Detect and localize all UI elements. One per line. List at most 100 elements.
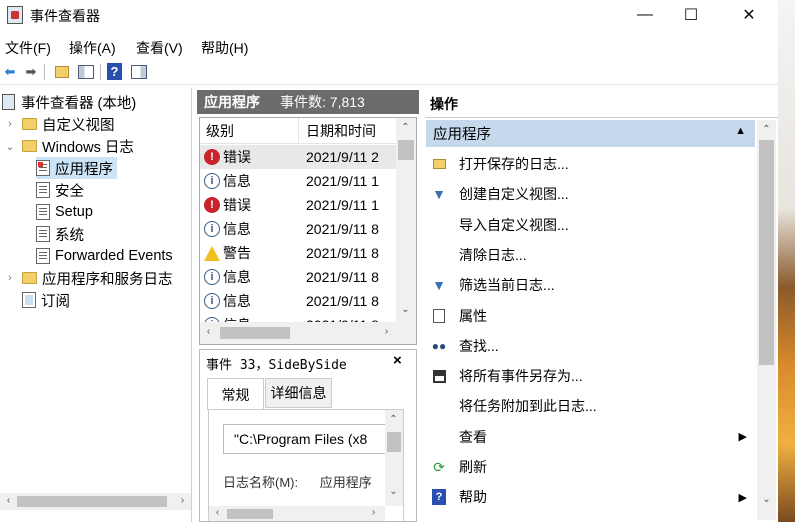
menu-view[interactable]: 查看(V) [136,38,183,58]
scrollbar-thumb[interactable] [227,509,273,519]
tree-horizontal-scrollbar[interactable]: ‹ › [0,493,191,510]
menu-help[interactable]: 帮助(H) [201,38,248,58]
tree-item-root[interactable]: 事件查看器 (本地) [2,91,136,113]
action-label: 将任务附加到此日志... [459,398,597,415]
menu-action[interactable]: 操作(A) [69,38,116,58]
collapse-up-icon[interactable]: ▲ [735,125,746,137]
action-item[interactable]: 清除日志... [426,241,755,269]
detail-close-button[interactable]: × [393,352,402,369]
help-icon[interactable]: ? [107,63,122,80]
chevron-right-icon[interactable]: › [4,272,16,284]
action-item[interactable]: ⟳ 刷新 [426,453,755,481]
action-item[interactable]: ? 帮助 ▶ [426,483,755,511]
action-item[interactable]: 查看 ▶ [426,423,755,451]
scroll-up-arrow-icon[interactable]: ⌃ [758,124,775,135]
scroll-left-arrow-icon[interactable]: ‹ [200,326,217,337]
console-tree-icon[interactable] [77,63,95,81]
tree-item-label: 订阅 [41,293,70,310]
menu-file[interactable]: 文件(F) [5,38,51,58]
actions-vertical-scrollbar[interactable]: ⌃ ⌄ [757,120,776,520]
scroll-left-arrow-icon[interactable]: ‹ [209,507,226,518]
column-header-level[interactable]: 级别 [200,118,299,144]
column-header-datetime[interactable]: 日期和时间 [300,118,396,144]
tree-item-security[interactable]: 安全 [36,179,84,201]
event-viewer-icon [2,94,15,110]
action-item[interactable]: 将任务附加到此日志... [426,392,755,420]
scrollbar-thumb[interactable] [759,140,774,365]
filter-icon: ▼ [432,277,446,294]
table-row[interactable]: i 信息 2021/9/11 1 [200,169,396,193]
minimize-button[interactable]: — [622,0,668,30]
action-label: 清除日志... [459,246,527,263]
table-row[interactable]: i信息 2021/9/11 8 [200,265,396,289]
binoculars-icon: ●● [431,338,447,353]
scroll-left-arrow-icon[interactable]: ‹ [0,495,17,506]
scroll-down-arrow-icon[interactable]: ⌄ [397,304,414,315]
show-hide-tree-icon[interactable] [53,63,71,81]
tree-item-app-service-logs[interactable]: › 应用程序和服务日志 [4,267,172,289]
tree-item-label: 事件查看器 (本地) [21,95,137,112]
tab-details[interactable]: 详细信息 [265,378,332,408]
scrollbar-thumb[interactable] [387,432,401,452]
log-icon [36,226,50,242]
scrollbar-thumb[interactable] [220,327,290,339]
tree-item-application[interactable]: 应用程序 [36,157,117,179]
table-row[interactable]: ! 错误 2021/9/11 2 [200,145,396,169]
level-cell: i信息 [200,171,299,191]
events-panel-header: 应用程序 事件数: 7,813 [197,90,419,114]
scroll-down-arrow-icon[interactable]: ⌄ [758,494,775,505]
detail-horizontal-scrollbar[interactable]: ‹ › [209,506,385,521]
action-label: 打开保存的日志... [459,156,569,172]
scroll-right-arrow-icon[interactable]: › [378,326,395,337]
grid-horizontal-scrollbar[interactable]: ‹ › [200,322,416,344]
refresh-icon: ⟳ [433,458,445,475]
scroll-down-arrow-icon[interactable]: ⌄ [385,486,402,497]
tree-item-system[interactable]: 系统 [36,223,84,245]
chevron-right-icon[interactable]: › [4,118,16,130]
event-description-text: "C:\Program Files (x8 [223,424,391,454]
properties-icon [431,308,447,324]
table-row[interactable]: i信息 2021/9/11 8 [200,289,396,313]
actions-section-application[interactable]: 应用程序 ▲ [426,120,755,147]
detail-vertical-scrollbar[interactable]: ⌃ ⌄ [385,410,403,506]
save-icon [431,368,447,384]
level-cell: 警告 [200,243,299,263]
table-row[interactable]: 警告 2021/9/11 8 [200,241,396,265]
tree-item-forwarded-events[interactable]: Forwarded Events [36,245,173,267]
action-item[interactable]: 打开保存的日志... [426,150,755,178]
scrollbar-thumb[interactable] [398,140,414,160]
info-icon: i [204,269,220,285]
event-viewer-app-icon [7,6,23,24]
filter-icon: ▼ [432,186,446,203]
blank-icon [431,247,447,263]
back-arrow-icon[interactable]: ⬅ [1,63,19,81]
maximize-button[interactable]: ☐ [668,0,714,30]
scroll-right-arrow-icon[interactable]: › [365,507,382,518]
action-item[interactable]: 属性 [426,302,755,330]
action-item[interactable]: 将所有事件另存为... [426,362,755,390]
tree-item-subscriptions[interactable]: 订阅 [22,289,70,311]
tree-item-setup[interactable]: Setup [36,201,93,223]
action-pane-icon[interactable] [130,63,148,81]
tree-item-windows-logs[interactable]: ⌄ Windows 日志 [4,135,133,157]
tab-general[interactable]: 常规 [207,378,264,410]
close-button[interactable]: ✕ [726,0,772,30]
blank-icon [431,398,447,414]
scrollbar-thumb[interactable] [17,496,167,507]
scroll-right-arrow-icon[interactable]: › [174,495,191,506]
scroll-up-arrow-icon[interactable]: ⌃ [385,414,402,425]
level-text: 信息 [223,173,251,189]
action-item[interactable]: ▼ 筛选当前日志... [426,271,755,299]
tree-item-custom-views[interactable]: › 自定义视图 [4,113,114,135]
table-row[interactable]: i信息 2021/9/11 8 [200,217,396,241]
title-bar: 事件查看器 — ☐ ✕ [0,0,778,32]
action-item[interactable]: ●● 查找... [426,332,755,360]
forward-arrow-icon[interactable]: ➡ [22,63,40,81]
chevron-down-icon[interactable]: ⌄ [4,140,16,153]
grid-vertical-scrollbar[interactable]: ⌃ ⌄ [396,118,416,322]
action-item[interactable]: 导入自定义视图... [426,211,755,239]
action-item[interactable]: ▼ 创建自定义视图... [426,180,755,208]
scroll-up-arrow-icon[interactable]: ⌃ [397,122,414,133]
table-row[interactable]: ! 错误 2021/9/11 1 [200,193,396,217]
action-label: 帮助 [459,489,487,506]
